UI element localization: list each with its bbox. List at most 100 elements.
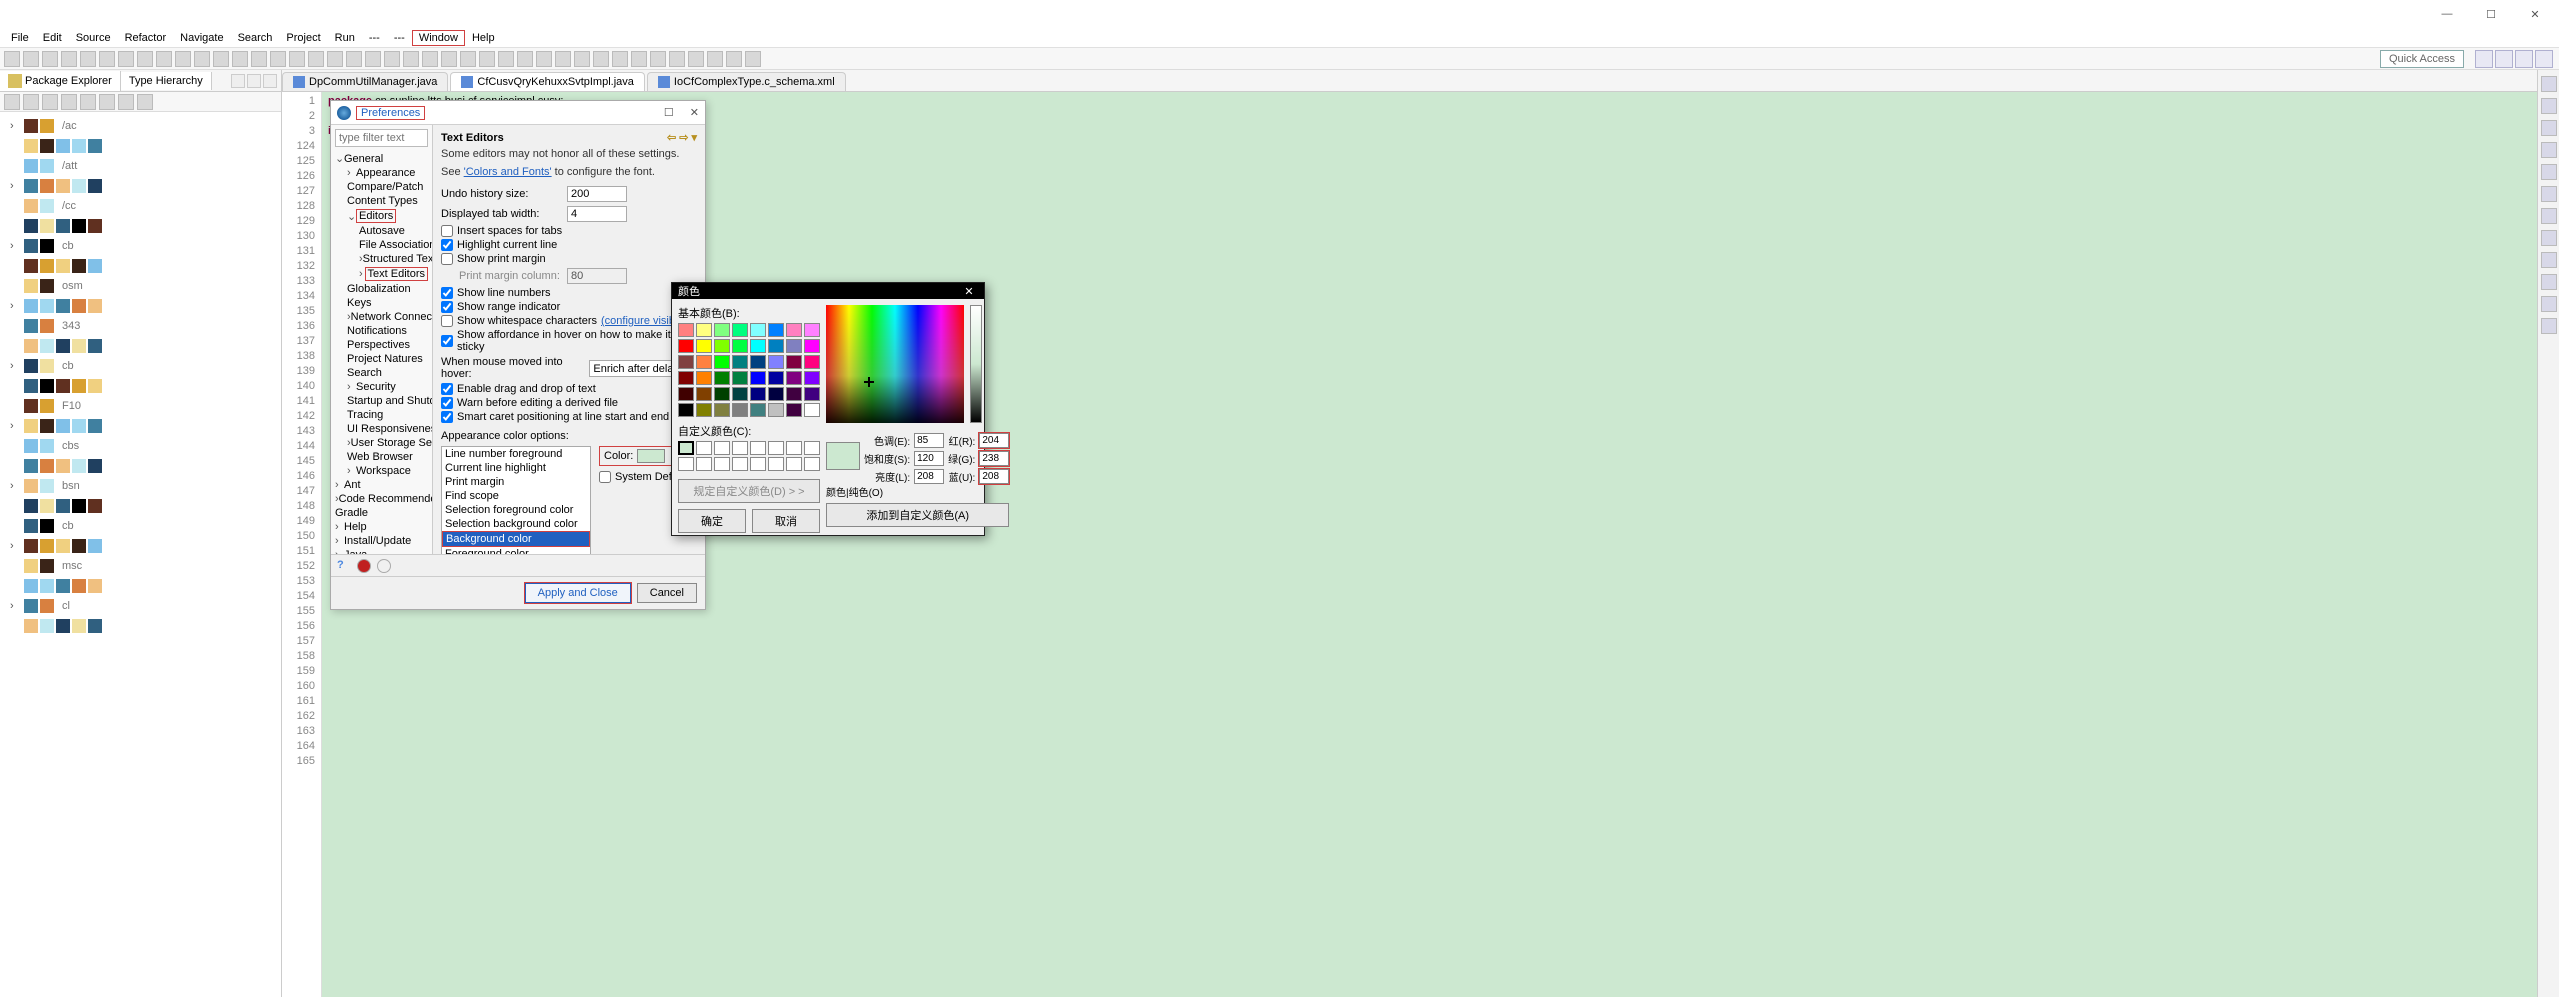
toolbar-button[interactable] [80,51,96,67]
basic-color-cell[interactable] [732,371,748,385]
range-indicator-check[interactable] [441,301,453,313]
basic-color-cell[interactable] [714,355,730,369]
basic-color-cell[interactable] [768,339,784,353]
back-icon[interactable]: ⇦ [667,131,676,144]
basic-color-cell[interactable] [750,387,766,401]
toolbar-button[interactable] [194,51,210,67]
view-menu-icon[interactable] [231,74,245,88]
toolbar-button[interactable] [365,51,381,67]
toolbar-button[interactable] [99,51,115,67]
menu-item-window[interactable]: Window [412,30,465,46]
view-tool-button[interactable] [118,94,134,110]
tree-row[interactable] [4,456,277,476]
color-options-list[interactable]: Line number foregroundCurrent line highl… [441,446,591,554]
tree-row[interactable] [4,576,277,596]
view-tool-button[interactable] [137,94,153,110]
view-tool-button[interactable] [4,94,20,110]
basic-color-cell[interactable] [678,371,694,385]
custom-color-cell[interactable] [768,441,784,455]
add-custom-button[interactable]: 添加到自定义颜色(A) [826,503,1009,527]
basic-color-cell[interactable] [750,355,766,369]
sat-input[interactable] [914,451,944,466]
basic-color-cell[interactable] [696,403,712,417]
menu-icon[interactable]: ▾ [691,131,697,144]
toolbar-button[interactable] [631,51,647,67]
rail-tool-button[interactable] [2541,76,2557,92]
color-option-item[interactable]: Find scope [442,489,590,503]
toolbar-button[interactable] [441,51,457,67]
rail-tool-button[interactable] [2541,186,2557,202]
menu-item-run[interactable]: Run [328,30,362,46]
toolbar-button[interactable] [118,51,134,67]
tree-row[interactable]: › [4,296,277,316]
basic-color-cell[interactable] [768,403,784,417]
luminance-slider[interactable] [970,305,982,423]
toolbar-button[interactable] [270,51,286,67]
menu-item-source[interactable]: Source [69,30,118,46]
tree-row[interactable]: /att [4,156,277,176]
tree-row[interactable]: cbs [4,436,277,456]
view-max-icon[interactable] [263,74,277,88]
toolbar-button[interactable] [555,51,571,67]
toolbar-button[interactable] [213,51,229,67]
tree-row[interactable]: ›cb [4,236,277,256]
color-option-item[interactable]: Selection foreground color [442,503,590,517]
perspective-button[interactable] [2495,50,2513,68]
package-tree[interactable]: ›/ac/att›/cc›cbosm›343›cbF10›cbs›bsncb›m… [0,112,281,997]
basic-color-cell[interactable] [732,339,748,353]
tree-row[interactable]: osm [4,276,277,296]
basic-color-cell[interactable] [732,387,748,401]
basic-color-cell[interactable] [732,355,748,369]
color-spectrum[interactable] [826,305,964,423]
basic-color-cell[interactable] [786,339,802,353]
cancel-button[interactable]: 取消 [752,509,820,533]
basic-color-cell[interactable] [714,403,730,417]
toolbar-button[interactable] [479,51,495,67]
menu-item----[interactable]: --- [387,30,412,46]
rail-tool-button[interactable] [2541,164,2557,180]
quick-access-field[interactable]: Quick Access [2380,50,2464,68]
rail-tool-button[interactable] [2541,252,2557,268]
toolbar-button[interactable] [403,51,419,67]
basic-color-cell[interactable] [804,323,820,337]
preferences-tree[interactable]: ⌄General ›Appearance Compare/Patch Conte… [331,151,432,554]
custom-color-cell[interactable] [678,457,694,471]
basic-color-cell[interactable] [804,403,820,417]
basic-color-cell[interactable] [678,339,694,353]
print-margin-check[interactable] [441,253,453,265]
r-input[interactable] [979,433,1009,448]
custom-color-cell[interactable] [750,457,766,471]
color-close-button[interactable]: ✕ [960,285,978,298]
dialog-close-button[interactable]: ✕ [690,106,699,119]
custom-color-cell[interactable] [732,441,748,455]
warn-derived-check[interactable] [441,397,453,409]
basic-color-cell[interactable] [750,371,766,385]
tree-row[interactable] [4,376,277,396]
toolbar-button[interactable] [650,51,666,67]
undo-input[interactable] [567,186,627,202]
basic-color-cell[interactable] [786,355,802,369]
rail-tool-button[interactable] [2541,120,2557,136]
dialog-max-button[interactable]: ☐ [664,106,674,119]
basic-color-cell[interactable] [678,387,694,401]
basic-color-cell[interactable] [768,355,784,369]
basic-color-cell[interactable] [696,339,712,353]
tree-row[interactable] [4,496,277,516]
toolbar-button[interactable] [574,51,590,67]
custom-color-cell[interactable] [696,457,712,471]
basic-color-cell[interactable] [786,323,802,337]
tree-row[interactable]: 343 [4,316,277,336]
view-tool-button[interactable] [99,94,115,110]
dragdrop-check[interactable] [441,383,453,395]
tree-row[interactable]: ›/ac [4,116,277,136]
basic-color-cell[interactable] [678,403,694,417]
view-tool-button[interactable] [80,94,96,110]
toolbar-button[interactable] [232,51,248,67]
basic-color-cell[interactable] [804,355,820,369]
view-tool-button[interactable] [23,94,39,110]
basic-color-cell[interactable] [786,387,802,401]
toolbar-button[interactable] [327,51,343,67]
rail-tool-button[interactable] [2541,142,2557,158]
toolbar-button[interactable] [346,51,362,67]
minimize-button[interactable]: — [2425,0,2469,28]
